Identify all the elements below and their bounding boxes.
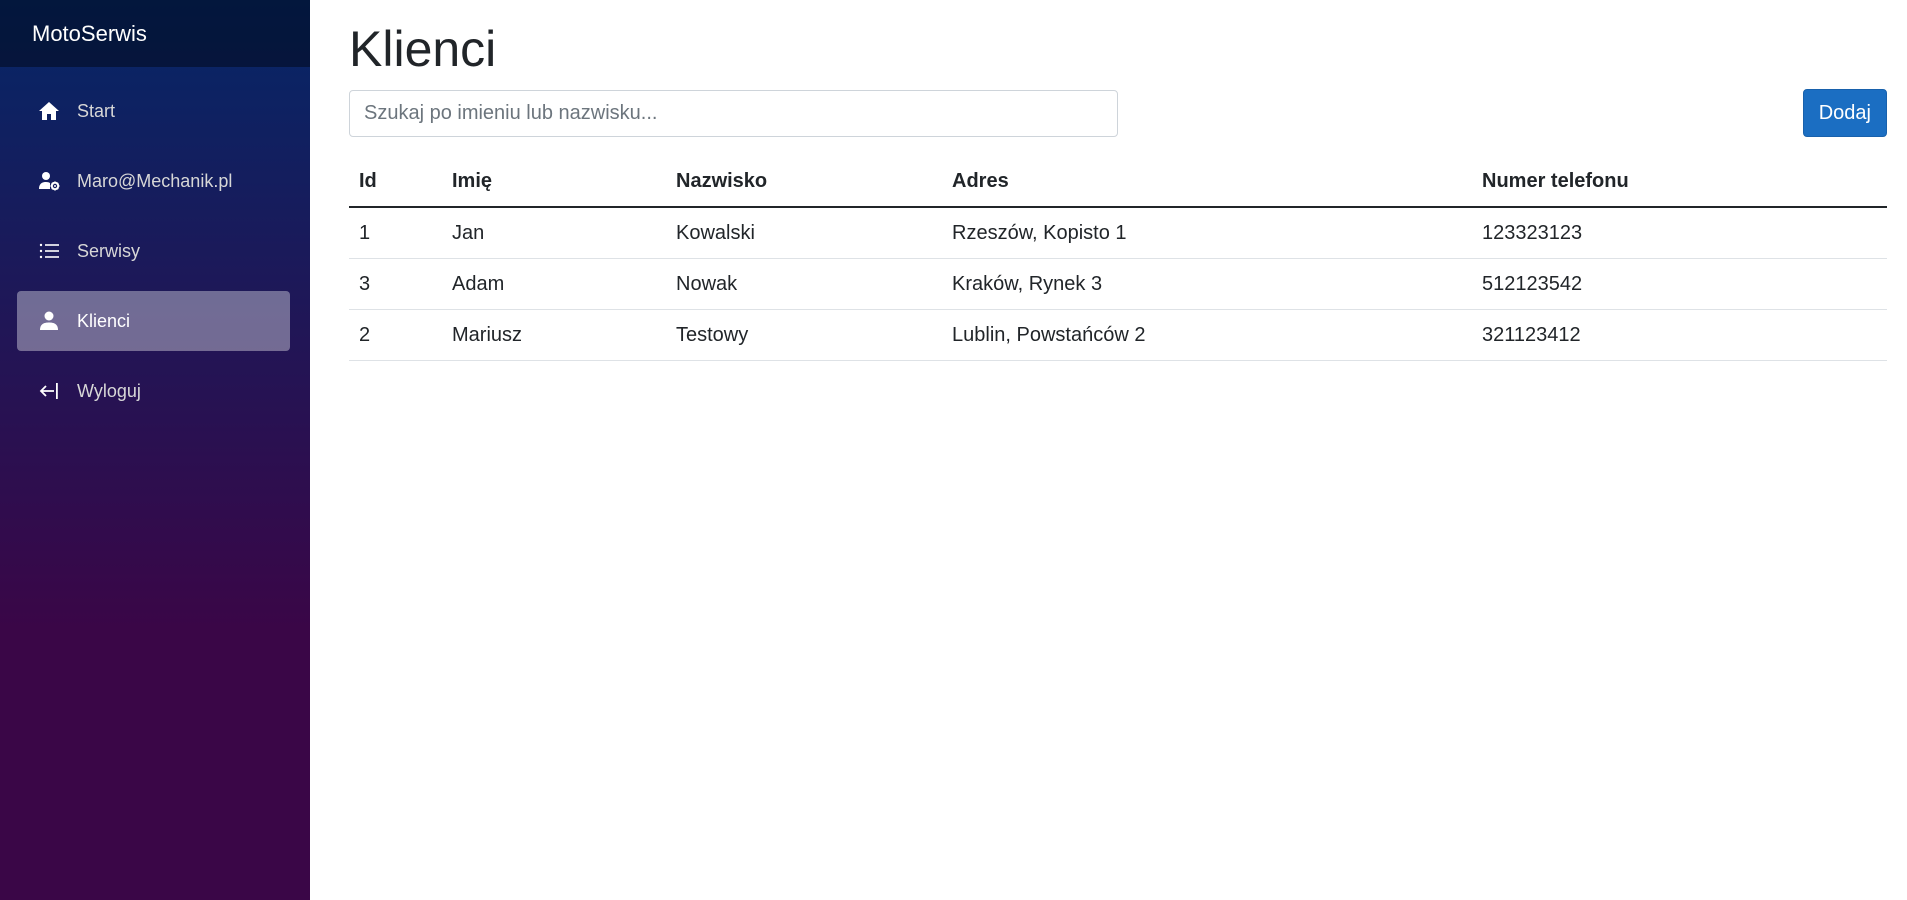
list-icon <box>37 239 61 263</box>
user-gear-icon <box>37 169 61 193</box>
clients-table: Id Imię Nazwisko Adres Numer telefonu 1 … <box>349 156 1887 361</box>
cell-imie: Adam <box>442 258 666 310</box>
header-id: Id <box>349 156 442 208</box>
header-imie: Imię <box>442 156 666 208</box>
add-button[interactable]: Dodaj <box>1802 89 1887 137</box>
cell-telefon: 512123542 <box>1472 258 1887 310</box>
sidebar-item-label: Maro@Mechanik.pl <box>77 170 233 191</box>
table-row[interactable]: 1 Jan Kowalski Rzeszów, Kopisto 1 123323… <box>349 207 1887 259</box>
brand-bar: MotoSerwis <box>0 0 310 67</box>
header-telefon: Numer telefonu <box>1472 156 1887 208</box>
cell-id: 2 <box>349 309 442 361</box>
table-header: Id Imię Nazwisko Adres Numer telefonu <box>349 156 1887 208</box>
sidebar-item-account[interactable]: Maro@Mechanik.pl <box>17 151 290 211</box>
cell-adres: Kraków, Rynek 3 <box>942 258 1472 310</box>
sidebar-item-wyloguj[interactable]: Wyloguj <box>17 361 290 421</box>
cell-adres: Rzeszów, Kopisto 1 <box>942 207 1472 259</box>
toolbar: Dodaj <box>349 89 1887 137</box>
sidebar-item-serwisy[interactable]: Serwisy <box>17 221 290 281</box>
sidebar-item-klienci[interactable]: Klienci <box>17 291 290 351</box>
cell-telefon: 123323123 <box>1472 207 1887 259</box>
sidebar: MotoSerwis Start Maro@Mechanik.pl Serwis… <box>0 0 310 900</box>
search-input[interactable] <box>349 89 1118 137</box>
sidebar-item-label: Klienci <box>77 310 131 331</box>
cell-nazwisko: Kowalski <box>666 207 942 259</box>
main-content: Klienci Dodaj Id Imię Nazwisko Adres Num… <box>310 0 1907 900</box>
table-row[interactable]: 3 Adam Nowak Kraków, Rynek 3 512123542 <box>349 258 1887 310</box>
table-body: 1 Jan Kowalski Rzeszów, Kopisto 1 123323… <box>349 207 1887 361</box>
sidebar-nav: Start Maro@Mechanik.pl Serwisy Klienci W… <box>0 67 310 421</box>
sidebar-item-label: Wyloguj <box>77 380 141 401</box>
cell-nazwisko: Nowak <box>666 258 942 310</box>
brand-link[interactable]: MotoSerwis <box>32 21 147 47</box>
sidebar-item-start[interactable]: Start <box>17 81 290 141</box>
cell-imie: Mariusz <box>442 309 666 361</box>
sidebar-item-label: Start <box>77 100 116 121</box>
home-icon <box>37 99 61 123</box>
cell-adres: Lublin, Powstańców 2 <box>942 309 1472 361</box>
table-row[interactable]: 2 Mariusz Testowy Lublin, Powstańców 2 3… <box>349 309 1887 361</box>
cell-telefon: 321123412 <box>1472 309 1887 361</box>
cell-nazwisko: Testowy <box>666 309 942 361</box>
header-nazwisko: Nazwisko <box>666 156 942 208</box>
person-icon <box>37 309 61 333</box>
app-root: MotoSerwis Start Maro@Mechanik.pl Serwis… <box>0 0 1907 900</box>
cell-imie: Jan <box>442 207 666 259</box>
logout-arrow-icon <box>37 379 61 403</box>
header-adres: Adres <box>942 156 1472 208</box>
cell-id: 1 <box>349 207 442 259</box>
page-title: Klienci <box>349 21 497 77</box>
sidebar-item-label: Serwisy <box>77 240 141 261</box>
cell-id: 3 <box>349 258 442 310</box>
table-header-row: Id Imię Nazwisko Adres Numer telefonu <box>349 156 1887 208</box>
